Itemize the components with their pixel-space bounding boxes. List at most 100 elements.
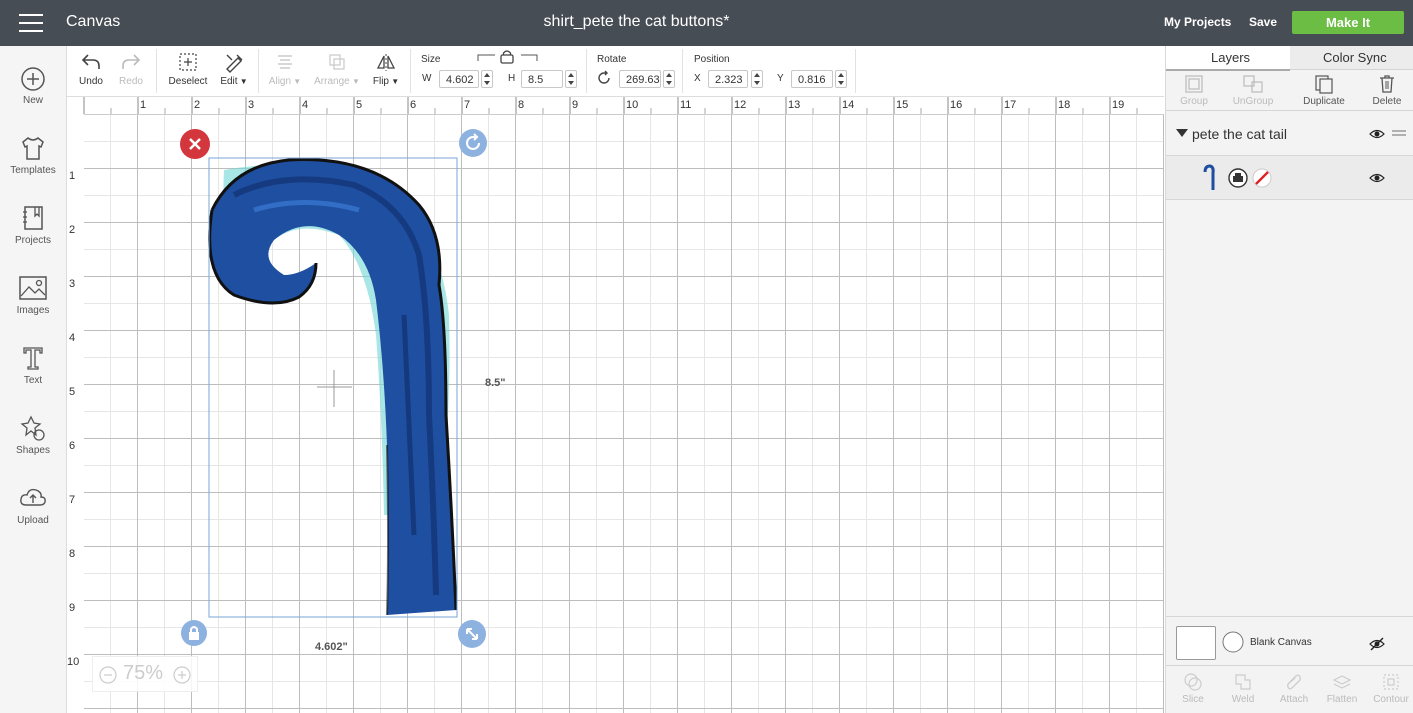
print-icon[interactable] xyxy=(1228,168,1248,188)
ruler-left-label: 4 xyxy=(69,332,76,344)
divider xyxy=(1166,199,1413,200)
left-sidebar: New Templates Projects Images Text Shape… xyxy=(0,46,67,713)
arrange-icon xyxy=(329,54,345,70)
size-label: Size xyxy=(421,54,441,65)
drag-handle-icon[interactable] xyxy=(1392,128,1406,138)
canvas-circle-icon[interactable] xyxy=(1222,631,1244,653)
eye-hidden-icon[interactable] xyxy=(1369,637,1385,651)
align-dropdown[interactable]: Align ▼ xyxy=(265,51,305,87)
width-input[interactable]: 4.602 xyxy=(439,70,479,88)
duplicate-button[interactable]: Duplicate xyxy=(1298,74,1350,107)
attach-label: Attach xyxy=(1279,694,1309,705)
blank-canvas-row[interactable]: Blank Canvas xyxy=(1166,617,1413,665)
chevron-down-icon: ▼ xyxy=(237,77,248,86)
layer-item-row[interactable] xyxy=(1166,156,1413,199)
group-button[interactable]: Group xyxy=(1178,74,1210,107)
redo-button[interactable]: Redo xyxy=(117,51,145,87)
cloud-upload-icon xyxy=(20,488,46,506)
duplicate-label: Duplicate xyxy=(1303,96,1345,107)
tail-image[interactable] xyxy=(84,115,1164,713)
undo-label: Undo xyxy=(79,76,103,87)
contour-button[interactable]: Contour xyxy=(1369,672,1413,705)
eye-icon[interactable] xyxy=(1369,128,1385,140)
nav-projects[interactable]: Projects xyxy=(0,204,66,246)
flip-dropdown[interactable]: Flip ▼ xyxy=(370,51,402,87)
ruler-ticks xyxy=(83,97,1138,114)
rotate-icon xyxy=(598,70,610,84)
zoom-in-icon[interactable] xyxy=(173,666,191,684)
flatten-icon xyxy=(1332,675,1352,689)
duplicate-icon xyxy=(1315,75,1333,94)
linetype-cut-icon[interactable] xyxy=(1252,168,1272,188)
ruler-top-label: 7 xyxy=(464,99,471,111)
rotate-stepper[interactable] xyxy=(663,70,675,88)
ruler-top-label: 11 xyxy=(680,99,692,111)
height-label: H xyxy=(508,73,516,84)
align-label: Align xyxy=(268,76,292,87)
position-label: Position xyxy=(694,54,730,65)
collapse-triangle-icon[interactable] xyxy=(1176,129,1188,137)
undo-button[interactable]: Undo xyxy=(77,51,105,87)
height-input[interactable]: 8.5 xyxy=(521,70,563,88)
deselect-button[interactable]: Deselect xyxy=(165,51,211,87)
ruler-left-label: 2 xyxy=(69,224,76,236)
attach-button[interactable]: Attach xyxy=(1274,672,1314,705)
zoom-out-icon[interactable] xyxy=(99,666,117,684)
ruler-top-label: 9 xyxy=(572,99,579,111)
lock-handle-icon[interactable] xyxy=(181,620,207,646)
notebook-icon xyxy=(23,206,43,230)
resize-handle-icon[interactable] xyxy=(458,620,486,648)
delete-handle-icon[interactable] xyxy=(180,129,210,159)
flatten-button[interactable]: Flatten xyxy=(1320,672,1364,705)
width-stepper[interactable] xyxy=(481,70,493,88)
nav-new-label: New xyxy=(22,95,43,106)
ruler-top-label: 3 xyxy=(248,99,255,111)
y-position-stepper[interactable] xyxy=(835,70,847,88)
nav-text[interactable]: Text xyxy=(0,344,66,386)
rotate-input[interactable]: 269.63 xyxy=(619,70,661,88)
make-it-button[interactable]: Make It xyxy=(1292,11,1404,34)
contour-icon xyxy=(1383,674,1399,690)
ruler-left-label: 6 xyxy=(69,440,76,452)
ungroup-button[interactable]: UnGroup xyxy=(1228,74,1278,107)
canvas-color-swatch[interactable] xyxy=(1176,626,1216,660)
my-projects-link[interactable]: My Projects xyxy=(1164,15,1231,29)
rotate-handle-icon[interactable] xyxy=(459,129,487,157)
x-position-stepper[interactable] xyxy=(751,70,763,88)
ruler-top-label: 19 xyxy=(1112,99,1125,111)
design-canvas[interactable]: 8.5" 4.602" xyxy=(84,115,1164,713)
nav-shapes[interactable]: Shapes xyxy=(0,414,66,456)
nav-projects-label: Projects xyxy=(14,235,52,246)
nav-images[interactable]: Images xyxy=(0,274,66,316)
shirt-icon xyxy=(22,137,44,160)
arrange-label: Arrange xyxy=(314,76,350,87)
nav-templates-label: Templates xyxy=(10,165,56,176)
ruler-left-label: 1 xyxy=(69,170,76,182)
weld-icon xyxy=(1235,674,1251,690)
undo-icon xyxy=(81,54,100,69)
ungroup-label: UnGroup xyxy=(1232,96,1274,107)
eye-icon[interactable] xyxy=(1369,172,1385,184)
delete-button[interactable]: Delete xyxy=(1369,74,1405,107)
x-position-input[interactable]: 2.323 xyxy=(708,70,748,88)
document-title: shirt_pete the cat buttons* xyxy=(543,13,730,30)
ruler-top-label: 17 xyxy=(1004,99,1017,111)
save-button[interactable]: Save xyxy=(1249,15,1277,29)
blank-canvas-label: Blank Canvas xyxy=(1250,637,1312,648)
nav-text-label: Text xyxy=(23,375,43,386)
weld-button[interactable]: Weld xyxy=(1226,672,1260,705)
height-stepper[interactable] xyxy=(565,70,577,88)
lock-proportions-icon[interactable] xyxy=(477,49,539,65)
layer-group-row[interactable]: pete the cat tail xyxy=(1166,112,1413,155)
trash-icon xyxy=(1380,75,1394,93)
nav-templates[interactable]: Templates xyxy=(0,134,66,176)
edit-dropdown[interactable]: Edit ▼ xyxy=(217,51,251,87)
arrange-dropdown[interactable]: Arrange ▼ xyxy=(311,51,363,87)
rotate-label: Rotate xyxy=(597,54,627,65)
nav-new[interactable]: New xyxy=(0,66,66,106)
toolbar-divider xyxy=(156,49,157,93)
toolbar-divider xyxy=(855,49,856,93)
nav-upload[interactable]: Upload xyxy=(0,484,66,526)
slice-button[interactable]: Slice xyxy=(1176,672,1210,705)
y-position-input[interactable]: 0.816 xyxy=(791,70,833,88)
